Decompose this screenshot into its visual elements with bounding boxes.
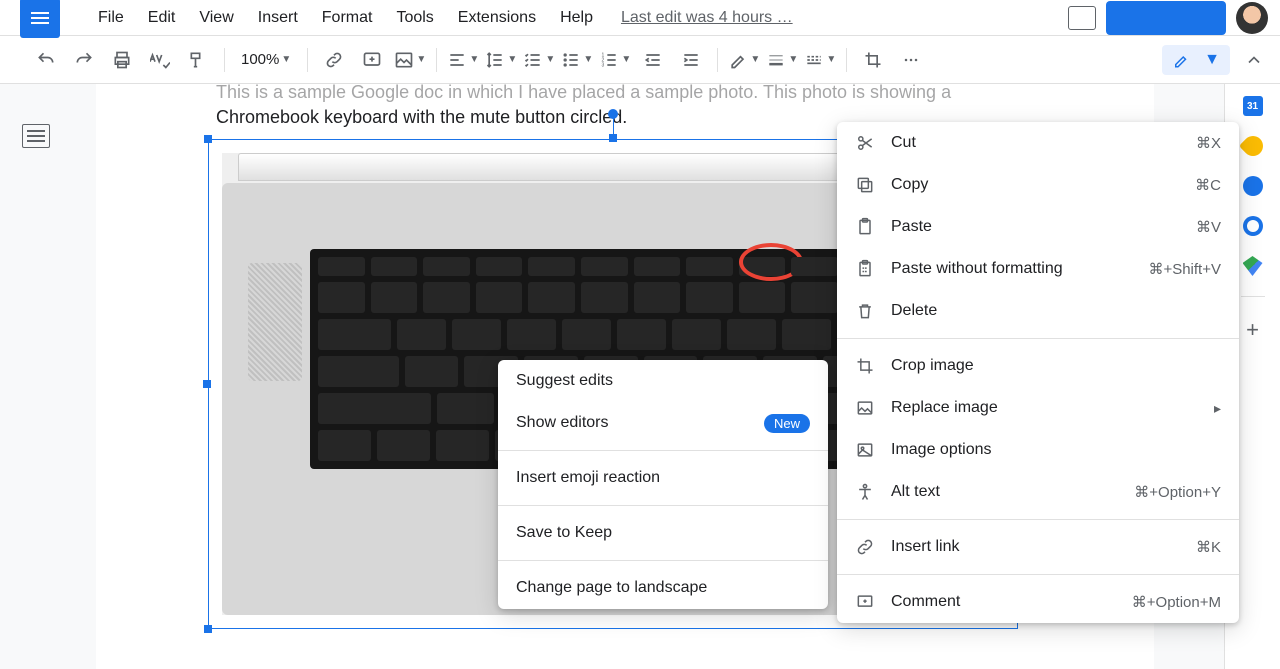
crop-icon [855,356,875,376]
add-comment-button[interactable] [356,44,388,76]
insert-link-button[interactable] [318,44,350,76]
ctx-change-landscape[interactable]: Change page to landscape [498,567,828,609]
menu-edit[interactable]: Edit [138,3,186,33]
paint-format-button[interactable] [182,44,214,76]
border-weight-button[interactable]: ▼ [766,44,798,76]
menu-extensions[interactable]: Extensions [448,3,546,33]
ctx-insert-emoji-reaction[interactable]: Insert emoji reaction [498,457,828,499]
get-addons-button[interactable]: + [1246,317,1259,343]
menu-file[interactable]: File [88,3,134,33]
context-menu-left: Suggest edits Show editorsNew Insert emo… [498,360,828,609]
ctx-show-editors[interactable]: Show editorsNew [498,402,828,444]
contacts-app-icon[interactable] [1243,216,1263,236]
menu-format[interactable]: Format [312,3,383,33]
context-menu-right: Cut⌘X Copy⌘C Paste⌘V Paste without forma… [837,122,1239,623]
numbered-list-button[interactable]: 123▼ [599,44,631,76]
ctx-replace-image[interactable]: Replace image▸ [837,387,1239,429]
ctx-paste-without-formatting[interactable]: Paste without formatting⌘+Shift+V [837,248,1239,290]
comment-icon [855,592,875,612]
separator [1241,296,1265,297]
docs-logo-icon[interactable] [20,0,60,38]
crop-button[interactable] [857,44,889,76]
border-dash-button[interactable]: ▼ [804,44,836,76]
ctx-delete[interactable]: Delete [837,290,1239,332]
rotate-handle[interactable] [608,109,618,119]
menu-tools[interactable]: Tools [386,3,443,33]
separator [846,48,847,72]
line-spacing-button[interactable]: ▼ [485,44,517,76]
decrease-indent-button[interactable] [637,44,669,76]
submenu-arrow-icon: ▸ [1214,400,1221,417]
ctx-comment[interactable]: Comment⌘+Option+M [837,581,1239,623]
link-icon [855,537,875,557]
menu-view[interactable]: View [189,3,243,33]
increase-indent-button[interactable] [675,44,707,76]
collapse-toolbar-button[interactable] [1238,44,1270,76]
zoom-select[interactable]: 100%▼ [235,51,297,68]
print-button[interactable] [106,44,138,76]
paste-icon [855,217,875,237]
maps-app-icon[interactable] [1243,256,1263,276]
share-button[interactable] [1106,1,1226,35]
paste-plain-icon [855,259,875,279]
resize-handle-l[interactable] [203,380,211,388]
editing-mode-button[interactable]: ▼ [1162,45,1230,75]
outline-icon[interactable] [22,124,50,148]
image-options-icon [855,440,875,460]
resize-handle-tl[interactable] [204,135,212,143]
account-avatar[interactable] [1236,2,1268,34]
resize-handle-t[interactable] [609,134,617,142]
svg-text:3: 3 [602,62,605,68]
ctx-image-options[interactable]: Image options [837,429,1239,471]
pencil-icon [1172,51,1190,69]
image-icon [855,398,875,418]
separator [837,574,1239,575]
delete-icon [855,301,875,321]
ctx-paste[interactable]: Paste⌘V [837,206,1239,248]
ctx-save-to-keep[interactable]: Save to Keep [498,512,828,554]
ctx-alt-text[interactable]: Alt text⌘+Option+Y [837,471,1239,513]
spellcheck-button[interactable] [144,44,176,76]
separator [307,48,308,72]
separator [498,450,828,451]
ctx-crop-image[interactable]: Crop image [837,345,1239,387]
separator [717,48,718,72]
checklist-button[interactable]: ▼ [523,44,555,76]
calendar-app-icon[interactable]: 31 [1243,96,1263,116]
last-edit-link[interactable]: Last edit was 4 hours … [621,9,793,27]
bulleted-list-button[interactable]: ▼ [561,44,593,76]
separator [498,560,828,561]
border-color-button[interactable]: ▼ [728,44,760,76]
align-button[interactable]: ▼ [447,44,479,76]
separator [837,519,1239,520]
more-button[interactable] [895,44,927,76]
resize-handle-bl[interactable] [204,625,212,633]
separator [224,48,225,72]
menu-help[interactable]: Help [550,3,603,33]
ctx-cut[interactable]: Cut⌘X [837,122,1239,164]
toolbar: 100%▼ ▼ ▼ ▼ ▼ ▼ 123▼ ▼ ▼ ▼ ▼ [0,36,1280,84]
undo-button[interactable] [30,44,62,76]
redo-button[interactable] [68,44,100,76]
separator [436,48,437,72]
separator [498,505,828,506]
left-rail [0,84,72,669]
accessibility-icon [855,482,875,502]
ctx-insert-link[interactable]: Insert link⌘K [837,526,1239,568]
ctx-copy[interactable]: Copy⌘C [837,164,1239,206]
meet-icon[interactable] [1068,6,1096,30]
insert-image-button[interactable]: ▼ [394,44,426,76]
menu-insert[interactable]: Insert [248,3,308,33]
tasks-app-icon[interactable] [1243,176,1263,196]
menu-bar: File Edit View Insert Format Tools Exten… [0,0,1280,36]
cut-icon [855,133,875,153]
keep-app-icon[interactable] [1238,132,1266,160]
separator [837,338,1239,339]
copy-icon [855,175,875,195]
ctx-suggest-edits[interactable]: Suggest edits [498,360,828,402]
